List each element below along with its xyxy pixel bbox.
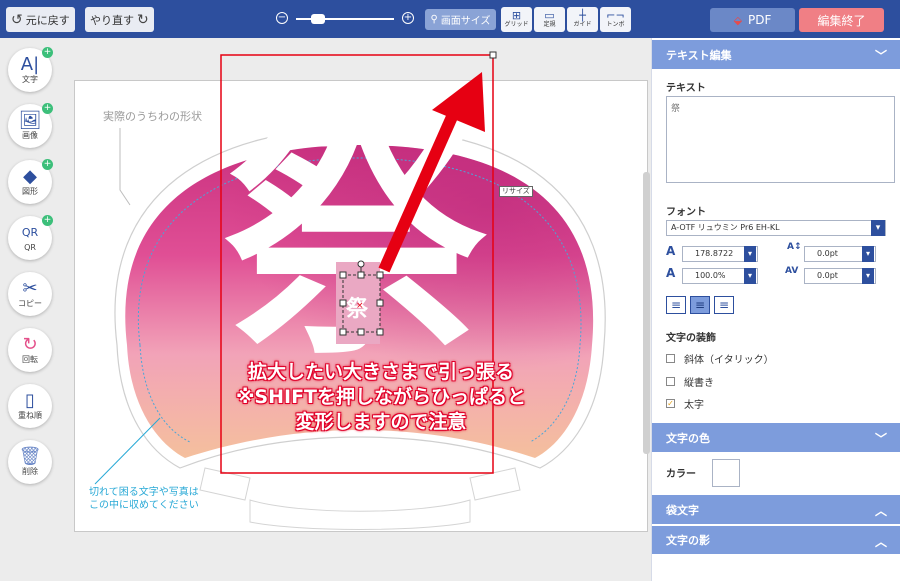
text-shadow-title: 文字の影: [666, 534, 710, 547]
kerning-stepper[interactable]: ▾: [862, 268, 874, 284]
drag-arrow-head: [432, 72, 485, 132]
kerning-icon: AV: [785, 266, 799, 276]
font-size-icon: A: [666, 244, 676, 258]
resize-handle[interactable]: [357, 271, 365, 279]
instruction-line: 変形しますので注意: [295, 411, 467, 433]
rotate-handle[interactable]: [357, 260, 365, 268]
bold-checkbox-checked-icon[interactable]: ✓: [666, 399, 675, 408]
properties-panel: テキスト編集 ﹀ テキスト 祭 フォント A-OTF リュウミン Pr6 EH-…: [651, 38, 900, 581]
italic-label: 斜体（イタリック）: [684, 355, 774, 366]
drag-arrow-shaft: [378, 107, 461, 273]
scale-stepper[interactable]: ▾: [744, 268, 756, 284]
text-color-title: 文字の色: [666, 431, 710, 445]
safe-area-note-line: 切れて困る文字や写真は: [89, 487, 199, 498]
chevron-down-icon: ﹀: [874, 432, 887, 446]
resize-handle[interactable]: [376, 271, 384, 279]
font-select[interactable]: A-OTF リュウミン Pr6 EH-KL: [666, 220, 886, 236]
resize-handle[interactable]: [357, 328, 365, 336]
scale-icon: A: [666, 266, 676, 280]
color-swatch[interactable]: [712, 459, 740, 487]
align-right-icon[interactable]: ≡: [714, 296, 734, 314]
align-left-icon[interactable]: ≡: [666, 296, 686, 314]
decoration-label: 文字の装飾: [666, 333, 716, 344]
text-label: テキスト: [666, 83, 706, 94]
resize-handle[interactable]: [339, 299, 347, 307]
resize-handle[interactable]: [376, 328, 384, 336]
italic-checkbox-row[interactable]: 斜体（イタリック）: [666, 351, 774, 366]
outline-text-header[interactable]: 袋文字 ︿: [652, 495, 900, 524]
text-edit-title: テキスト編集: [666, 48, 732, 62]
text-color-header[interactable]: 文字の色 ﹀: [652, 423, 900, 452]
italic-checkbox[interactable]: [666, 354, 675, 363]
vertical-checkbox[interactable]: [666, 377, 675, 386]
leading-icon: A↕: [787, 242, 802, 252]
chevron-down-icon[interactable]: ▾: [871, 220, 885, 236]
chevron-down-icon: ﹀: [874, 49, 887, 63]
chevron-up-icon: ︿: [874, 504, 887, 518]
text-edit-header[interactable]: テキスト編集 ﹀: [652, 40, 900, 69]
outline-text-title: 袋文字: [666, 503, 699, 517]
align-center-icon[interactable]: ≡: [690, 296, 710, 314]
resize-handle[interactable]: [339, 328, 347, 336]
safe-area-note-line: この中に収めてください: [89, 500, 199, 511]
resize-tag: リサイズ: [499, 186, 533, 197]
bold-checkbox-row[interactable]: ✓ 太字: [666, 396, 704, 411]
color-label: カラー: [666, 469, 696, 480]
instruction-line: ※SHIFTを押しながらひっぱると: [235, 386, 527, 408]
resize-handle[interactable]: [339, 271, 347, 279]
text-shadow-header[interactable]: 文字の影 ︿: [652, 525, 900, 554]
line-spacing-stepper[interactable]: ▾: [862, 246, 874, 262]
chevron-up-icon: ︿: [874, 535, 887, 549]
font-size-stepper[interactable]: ▾: [744, 246, 756, 262]
resize-handle-top-right[interactable]: [489, 51, 497, 59]
vertical-checkbox-row[interactable]: 縦書き: [666, 374, 714, 389]
instruction-line: 拡大したい大きさまで引っ張る: [247, 361, 514, 383]
resize-handle[interactable]: [376, 299, 384, 307]
text-input[interactable]: 祭: [666, 96, 895, 183]
resize-instruction: 拡大したい大きさまで引っ張る ※SHIFTを押しながらひっぱると 変形しますので…: [186, 360, 576, 435]
safe-area-note: 切れて困る文字や写真は この中に収めてください: [89, 486, 229, 512]
center-mark-icon: ×: [356, 301, 364, 311]
bold-label: 太字: [684, 400, 704, 411]
font-label: フォント: [666, 207, 706, 218]
vertical-label: 縦書き: [684, 378, 714, 389]
